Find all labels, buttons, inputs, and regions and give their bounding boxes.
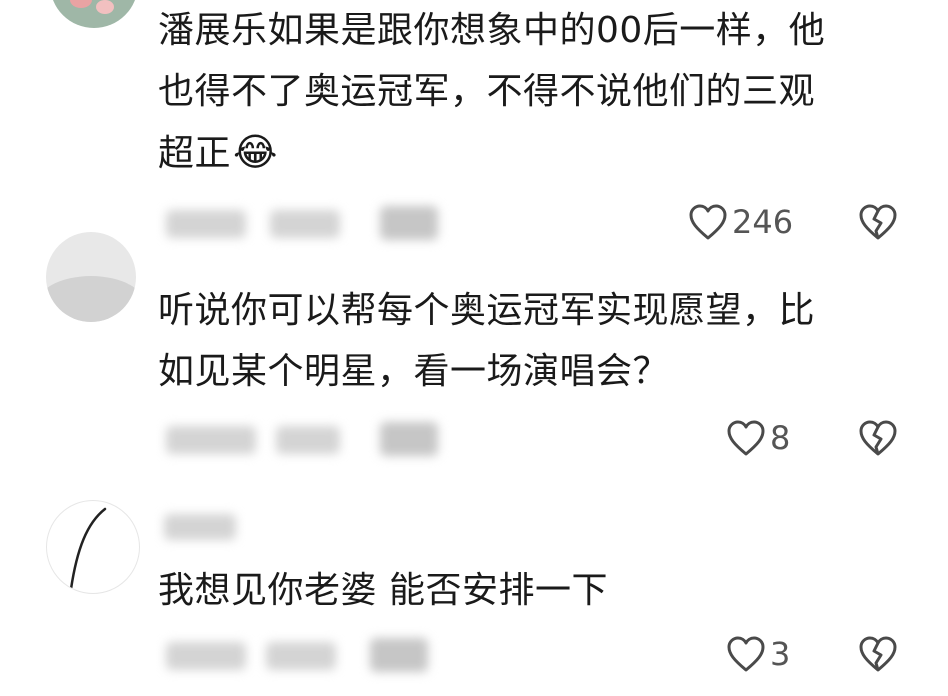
like-button[interactable]: 3 [726,635,790,673]
dislike-button[interactable] [858,203,898,241]
avatar[interactable] [46,232,136,322]
comment-line: 潘展乐如果是跟你想象中的00后一样，他 [158,10,826,51]
avatar-stroke [69,507,107,591]
comment-text: 听说你可以帮每个奥运冠军实现愿望，比 如见某个明星，看一场演唱会？ [158,280,815,402]
like-button[interactable]: 246 [688,203,793,241]
comment-line: 超正😂 [158,130,278,174]
broken-heart-icon [859,204,897,240]
avatar[interactable] [50,0,138,28]
heart-icon [727,636,765,672]
like-count: 3 [770,635,791,673]
comment-text: 我想见你老婆 能否安排一下 [158,560,608,621]
comment-meta-blurred [158,420,458,460]
comment-text: 潘展乐如果是跟你想象中的00后一样，他 也得不了奥运冠军，不得不说他们的三观 超… [158,0,825,184]
comment-username-blurred [158,506,278,546]
like-count: 8 [770,419,791,457]
comment-line: 也得不了奥运冠军，不得不说他们的三观 [158,71,816,112]
comment-meta-blurred [158,204,458,244]
heart-icon [727,420,765,456]
comment-meta-blurred [158,636,458,676]
comment-line: 如见某个明星，看一场演唱会？ [158,351,670,392]
broken-heart-icon [859,420,897,456]
laughing-crying-emoji: 😂 [233,130,278,174]
broken-heart-icon [859,636,897,672]
dislike-button[interactable] [858,419,898,457]
avatar[interactable] [46,500,140,594]
comment-line: 我想见你老婆 能否安排一下 [158,570,608,611]
like-button[interactable]: 8 [726,419,790,457]
dislike-button[interactable] [858,635,898,673]
heart-icon [689,204,727,240]
like-count: 246 [732,203,794,241]
comment-line: 听说你可以帮每个奥运冠军实现愿望，比 [158,290,816,331]
